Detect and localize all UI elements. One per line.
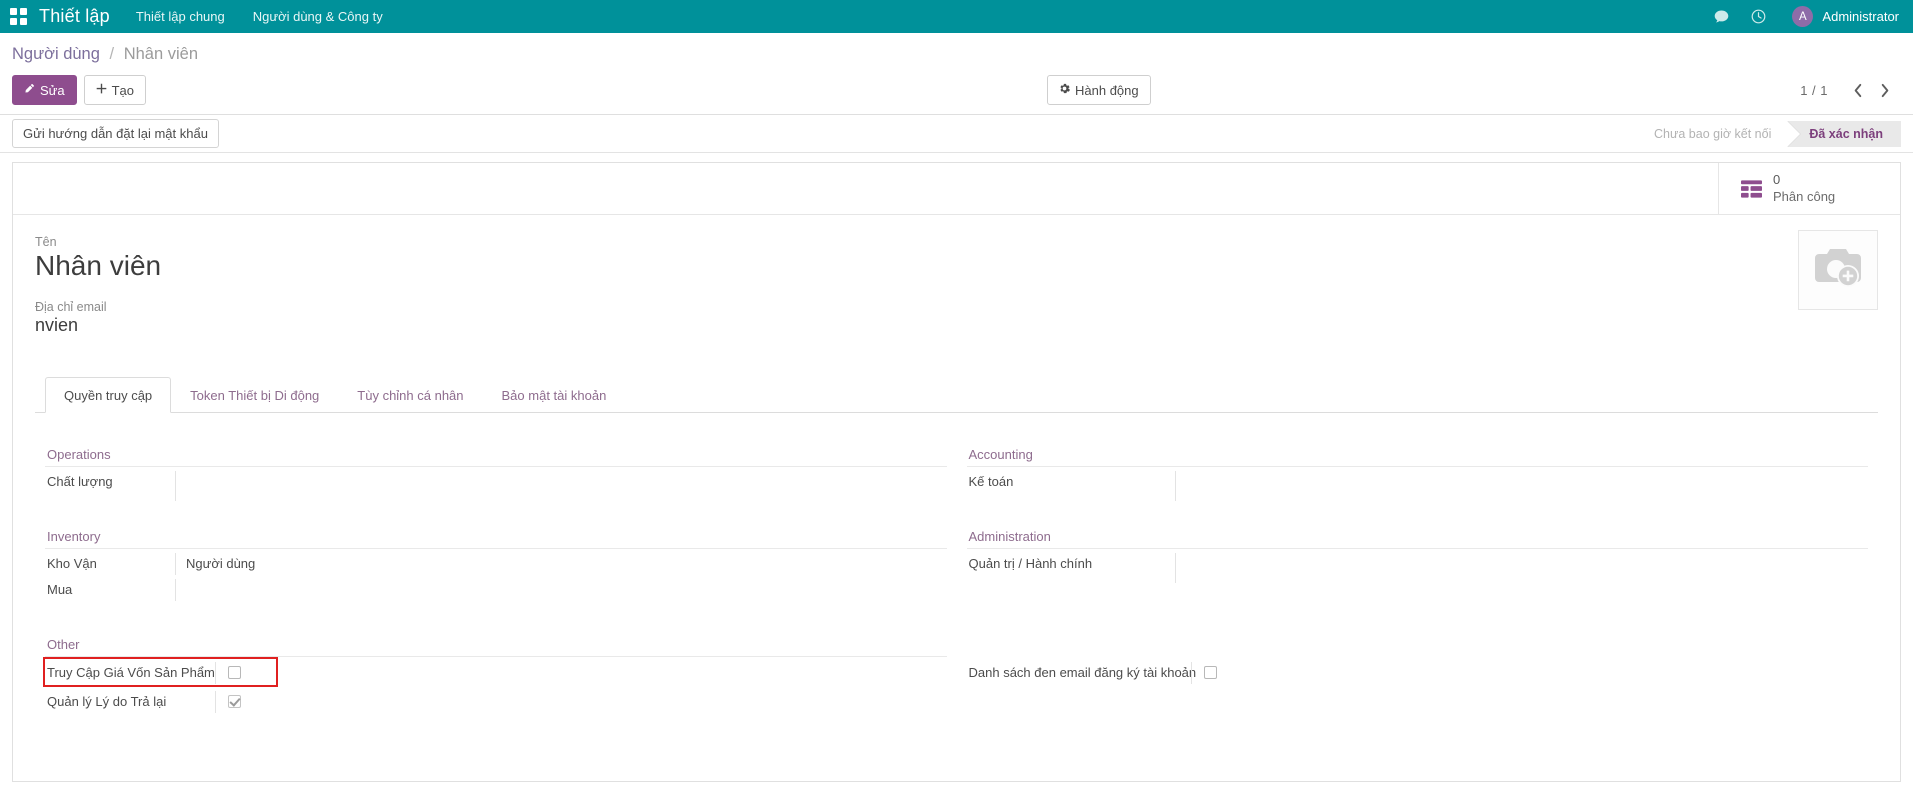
field-value-accounting[interactable] xyxy=(1175,471,1869,501)
checkbox-label-product-cost-access: Truy Cập Giá Vốn Sản Phẩm xyxy=(45,665,203,680)
checkbox-row-return-reason-management: Quản lý Lý do Trả lại xyxy=(45,686,947,715)
checkbox-holder xyxy=(1191,662,1217,684)
user-menu[interactable]: A Administrator xyxy=(1792,6,1899,27)
create-button[interactable]: Tạo xyxy=(84,75,146,105)
group-title-other: Other xyxy=(45,633,947,657)
user-name-label: Administrator xyxy=(1822,9,1899,24)
form-sheet: 0 Phân công Tên Nhân viên Địa chỉ email … xyxy=(12,162,1901,782)
email-field-value[interactable]: nvien xyxy=(35,315,1878,337)
edit-button[interactable]: Sửa xyxy=(12,75,77,105)
group-title-operations: Operations xyxy=(45,443,947,467)
status-confirmed[interactable]: Đã xác nhận xyxy=(1787,121,1901,147)
edit-button-label: Sửa xyxy=(40,84,65,97)
pager: 1 / 1 xyxy=(1800,77,1898,103)
create-button-label: Tạo xyxy=(112,84,134,97)
breadcrumb-current: Nhân viên xyxy=(124,45,198,63)
action-button-wrapper: Hành động xyxy=(1047,75,1151,105)
list-bars-icon xyxy=(1741,180,1762,198)
stat-button-text: 0 Phân công xyxy=(1773,172,1835,205)
name-field-label: Tên xyxy=(35,235,1878,249)
notebook-tabs: Quyền truy cập Token Thiết bị Di động Tù… xyxy=(35,377,1878,413)
breadcrumb: Người dùng / Nhân viên xyxy=(12,33,1901,69)
other-right-column: Danh sách đen email đăng ký tài khoản xyxy=(957,633,1879,715)
field-label-warehouse: Kho Vận xyxy=(45,553,175,575)
name-field-value[interactable]: Nhân viên xyxy=(35,250,1878,282)
field-row: Kế toán xyxy=(967,467,1869,501)
avatar-upload-box[interactable] xyxy=(1798,230,1878,310)
stat-button-value: 0 xyxy=(1773,172,1835,188)
control-panel: Người dùng / Nhân viên Sửa Tạo Hành động xyxy=(0,33,1913,115)
field-value-purchase[interactable] xyxy=(175,579,947,601)
field-label-administration: Quản trị / Hành chính xyxy=(967,553,1175,583)
stat-button-label: Phân công xyxy=(1773,189,1835,205)
email-field-label: Địa chỉ email xyxy=(35,300,1878,314)
nav-menu-users-companies[interactable]: Người dùng & Công ty xyxy=(253,9,383,24)
tab-mobile-device-token[interactable]: Token Thiết bị Di động xyxy=(171,377,338,413)
action-button[interactable]: Hành động xyxy=(1047,75,1151,105)
sheet-body: Tên Nhân viên Địa chỉ email nvien Quyề xyxy=(13,215,1900,715)
field-value-warehouse[interactable]: Người dùng xyxy=(175,553,947,575)
other-columns: Other Truy Cập Giá Vốn Sản Phẩm Quản lý … xyxy=(35,633,1878,715)
field-row: Mua xyxy=(45,575,947,601)
field-row: Quản trị / Hành chính xyxy=(967,549,1869,583)
avatar: A xyxy=(1792,6,1813,27)
stat-button-assignments[interactable]: 0 Phân công xyxy=(1718,163,1900,214)
control-panel-buttons-row: Sửa Tạo Hành động 1 / 1 xyxy=(12,69,1901,114)
checkbox-return-reason-management[interactable] xyxy=(228,695,241,708)
pager-count: 1 / 1 xyxy=(1800,83,1828,98)
checkbox-product-cost-access[interactable] xyxy=(228,666,241,679)
apps-grid-icon[interactable] xyxy=(10,8,28,26)
form-sheet-wrapper: 0 Phân công Tên Nhân viên Địa chỉ email … xyxy=(0,153,1913,782)
checkbox-holder xyxy=(215,662,241,684)
field-label-accounting: Kế toán xyxy=(967,471,1175,501)
send-password-reset-button[interactable]: Gửi hướng dẫn đặt lại mật khẩu xyxy=(12,119,219,148)
checkbox-email-blacklist[interactable] xyxy=(1204,666,1217,679)
status-never-connected[interactable]: Chưa bao giờ kết nối xyxy=(1632,121,1787,147)
group-title-accounting: Accounting xyxy=(967,443,1869,467)
checkbox-label-return-reason-management: Quản lý Lý do Trả lại xyxy=(45,694,203,709)
app-brand-title[interactable]: Thiết lập xyxy=(39,6,110,27)
other-left-column: Other Truy Cập Giá Vốn Sản Phẩm Quản lý … xyxy=(35,633,957,715)
other-section: Other Truy Cập Giá Vốn Sản Phẩm Quản lý … xyxy=(35,601,1878,715)
tab-preferences[interactable]: Tùy chỉnh cá nhân xyxy=(338,377,482,413)
checkbox-label-email-blacklist: Danh sách đen email đăng ký tài khoản xyxy=(967,665,1179,680)
checkbox-row-product-cost-access: Truy Cập Giá Vốn Sản Phẩm xyxy=(45,657,947,686)
pencil-icon xyxy=(24,83,35,97)
field-value-quality[interactable] xyxy=(175,471,947,501)
nav-menu-general-settings[interactable]: Thiết lập chung xyxy=(136,9,225,24)
navbar-right-cluster: A Administrator xyxy=(1712,6,1899,27)
plus-icon xyxy=(96,83,107,97)
top-navbar: Thiết lập Thiết lập chung Người dùng & C… xyxy=(0,0,1913,33)
field-row: Kho Vận Người dùng xyxy=(45,549,947,575)
status-row: Gửi hướng dẫn đặt lại mật khẩu Chưa bao … xyxy=(0,115,1913,153)
camera-add-icon xyxy=(1812,246,1864,295)
chevron-right-icon[interactable] xyxy=(1872,77,1898,103)
group-title-inventory: Inventory xyxy=(45,525,947,549)
access-rights-right-column: Accounting Kế toán Administration Quản t… xyxy=(957,443,1879,601)
field-row: Chất lượng xyxy=(45,467,947,501)
access-rights-left-column: Operations Chất lượng Inventory Kho Vận … xyxy=(35,443,957,601)
chat-bubble-icon[interactable] xyxy=(1712,7,1731,26)
breadcrumb-separator: / xyxy=(110,45,115,63)
field-label-purchase: Mua xyxy=(45,579,175,601)
field-label-quality: Chất lượng xyxy=(45,471,175,501)
checkbox-holder xyxy=(215,691,241,713)
field-value-administration[interactable] xyxy=(1175,553,1869,583)
stat-button-box: 0 Phân công xyxy=(13,163,1900,215)
checkbox-row-email-blacklist: Danh sách đen email đăng ký tài khoản xyxy=(967,657,1869,686)
breadcrumb-parent-link[interactable]: Người dùng xyxy=(12,45,100,63)
chevron-left-icon[interactable] xyxy=(1844,77,1870,103)
tab-account-security[interactable]: Bảo mật tài khoản xyxy=(483,377,626,413)
access-rights-groups: Operations Chất lượng Inventory Kho Vận … xyxy=(35,413,1878,601)
status-bar: Chưa bao giờ kết nối Đã xác nhận xyxy=(1632,121,1901,147)
group-title-administration: Administration xyxy=(967,525,1869,549)
clock-icon[interactable] xyxy=(1749,7,1768,26)
gear-icon xyxy=(1059,83,1070,97)
action-button-label: Hành động xyxy=(1075,84,1139,97)
tab-access-rights[interactable]: Quyền truy cập xyxy=(45,377,171,413)
